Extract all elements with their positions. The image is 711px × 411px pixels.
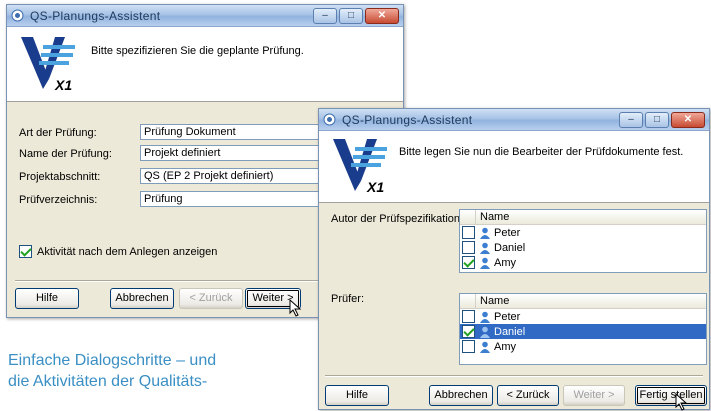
field-label-pruefverzeichnis: Prüfverzeichnis: [19,194,98,206]
user-icon [480,326,490,338]
window-title: QS-Planungs-Assistent [342,112,473,127]
user-icon [480,257,490,269]
author-amy-checkbox[interactable] [462,256,475,269]
wizard-window-2: QS-Planungs-Assistent – □ ✕ X1 Bitte leg… [318,108,710,411]
back-button[interactable]: < Zurück [179,288,243,309]
author-row-daniel[interactable]: Daniel [460,240,706,255]
column-name-header[interactable]: Name [476,295,509,307]
vx-logo-icon: X1 [333,139,387,195]
window-title: QS-Planungs-Assistent [30,8,161,23]
list-header: Name [460,294,706,309]
reviewer-row-daniel[interactable]: Daniel [460,324,706,339]
header-instruction: Bitte spezifizieren Sie die geplante Prü… [91,45,304,57]
reviewer-daniel-checkbox[interactable] [462,325,475,338]
show-activity-checkbox[interactable] [19,245,32,258]
title-bar[interactable]: QS-Planungs-Assistent – □ ✕ [319,109,709,131]
logo-label: X1 [366,179,384,195]
author-name: Peter [494,226,521,239]
logo-label: X1 [54,77,72,93]
caption-line-2: die Aktivitäten der Qualitäts- [8,373,208,390]
close-button[interactable]: ✕ [671,111,705,128]
reviewer-name: Peter [494,310,521,323]
caption-line-1: Einfache Dialogschritte – und [8,352,217,369]
user-icon [480,311,490,323]
reviewer-name: Amy [494,340,516,353]
show-activity-label: Aktivität nach dem Anlegen anzeigen [37,245,218,258]
cancel-button[interactable]: Abbrechen [110,288,174,309]
author-name: Daniel [494,241,526,254]
back-button[interactable]: < Zurück [497,385,559,406]
mouse-cursor-icon [675,393,688,411]
field-label-name: Name der Prüfung: [19,148,112,160]
author-label: Autor der Prüfspezifikation: [331,213,464,225]
minimize-button[interactable]: – [313,7,337,24]
next-button[interactable]: Weiter > [563,385,625,406]
help-button[interactable]: Hilfe [15,288,79,309]
mouse-cursor-icon [289,299,302,317]
caption-text: Einfache Dialogschritte – und die Aktivi… [8,350,216,392]
author-list[interactable]: Name Peter Daniel Amy [459,209,707,273]
close-button[interactable]: ✕ [365,7,399,24]
title-bar[interactable]: QS-Planungs-Assistent – □ ✕ [7,5,403,27]
reviewer-peter-checkbox[interactable] [462,310,475,323]
wizard-header: X1 Bitte legen Sie nun die Bearbeiter de… [319,131,709,203]
cancel-button[interactable]: Abbrechen [429,385,493,406]
author-daniel-checkbox[interactable] [462,241,475,254]
reviewer-list[interactable]: Name Peter Daniel Amy [459,293,707,365]
app-icon [11,9,24,22]
user-icon [480,227,490,239]
author-row-amy[interactable]: Amy [460,255,706,270]
list-header: Name [460,210,706,225]
author-name: Amy [494,256,516,269]
user-icon [480,341,490,353]
maximize-button[interactable]: □ [645,111,669,128]
reviewer-row-amy[interactable]: Amy [460,339,706,354]
user-icon [480,242,490,254]
author-row-peter[interactable]: Peter [460,225,706,240]
finish-button[interactable]: Fertig stellen [635,385,707,406]
button-separator [325,375,703,377]
field-label-art: Art der Prüfung: [19,127,97,139]
reviewer-row-peter[interactable]: Peter [460,309,706,324]
author-peter-checkbox[interactable] [462,226,475,239]
reviewer-amy-checkbox[interactable] [462,340,475,353]
reviewer-label: Prüfer: [331,293,365,305]
maximize-button[interactable]: □ [339,7,363,24]
column-name-header[interactable]: Name [476,211,509,223]
wizard-header: X1 Bitte spezifizieren Sie die geplante … [7,27,403,102]
help-button[interactable]: Hilfe [325,385,389,406]
header-instruction: Bitte legen Sie nun die Bearbeiter der P… [399,146,684,158]
app-icon [323,113,336,126]
vx-logo-icon: X1 [21,37,75,93]
field-label-projektabschnitt: Projektabschnitt: [19,171,101,183]
minimize-button[interactable]: – [619,111,643,128]
show-activity-checkbox-row[interactable]: Aktivität nach dem Anlegen anzeigen [19,245,217,258]
reviewer-name: Daniel [494,325,526,338]
